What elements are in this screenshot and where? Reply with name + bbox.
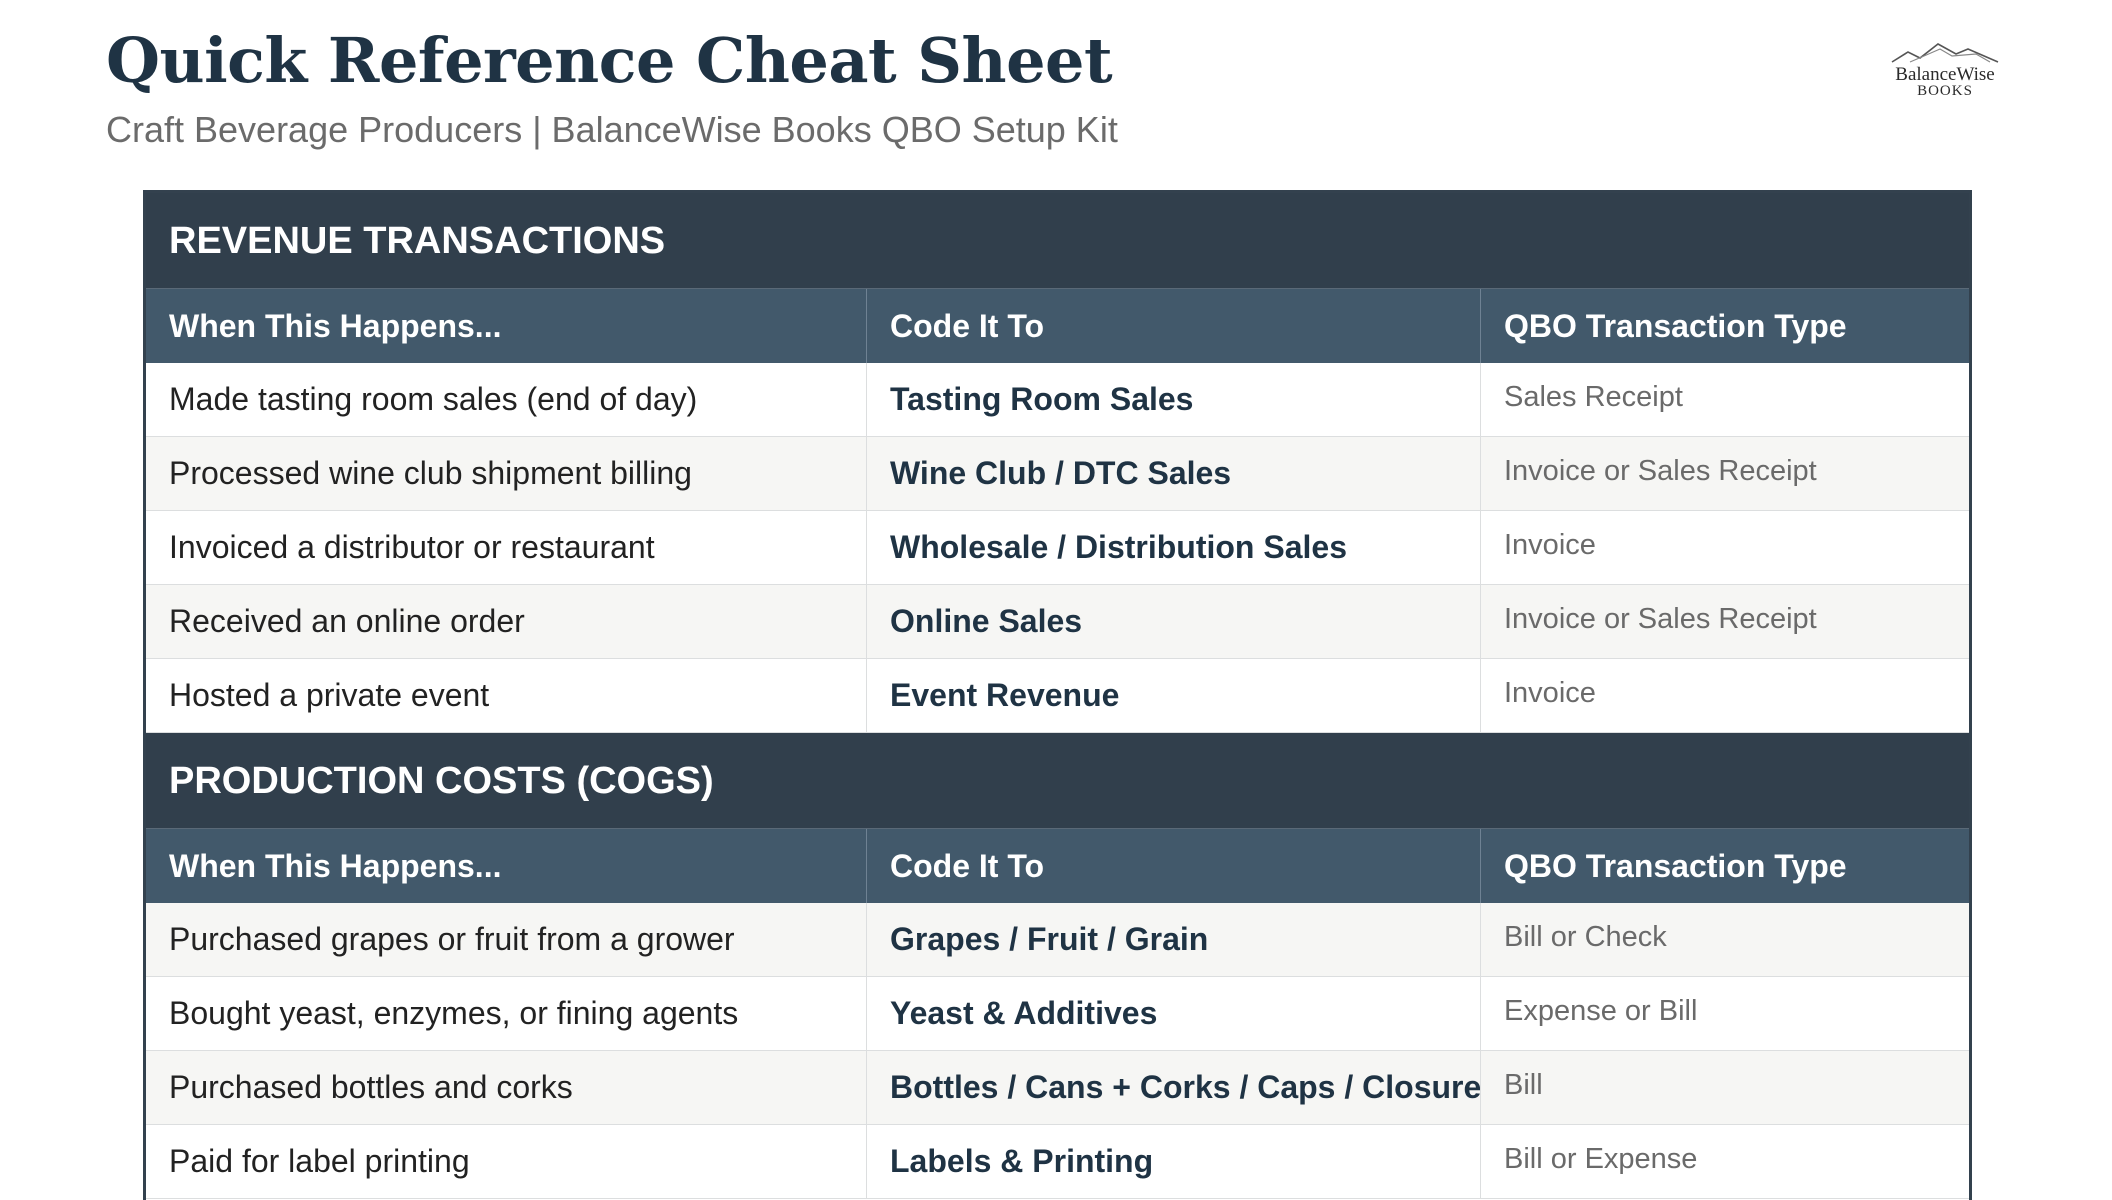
event-cell: Purchased grapes or fruit from a grower — [146, 903, 867, 976]
column-header-when: When This Happens... — [146, 829, 867, 903]
transaction-type-cell: Expense or Bill — [1504, 995, 1698, 1027]
page-title: Quick Reference Cheat Sheet — [106, 24, 1113, 97]
table-row: Made tasting room sales (end of day) Tas… — [146, 363, 1969, 437]
event-cell: Bought yeast, enzymes, or fining agents — [146, 977, 867, 1050]
section-revenue: REVENUE TRANSACTIONS When This Happens..… — [146, 193, 1969, 733]
section-production-costs: PRODUCTION COSTS (COGS) When This Happen… — [146, 733, 1969, 1199]
logo-tagline: BOOKS — [1917, 83, 1973, 99]
table-row: Purchased grapes or fruit from a grower … — [146, 903, 1969, 977]
account-cell: Tasting Room Sales — [867, 363, 1481, 436]
account-cell: Event Revenue — [867, 659, 1481, 732]
event-cell: Purchased bottles and corks — [146, 1051, 867, 1124]
account-cell: Yeast & Additives — [867, 977, 1481, 1050]
transaction-type-cell: Bill or Check — [1504, 921, 1667, 953]
account-cell: Grapes / Fruit / Grain — [867, 903, 1481, 976]
transaction-type-cell: Invoice or Sales Receipt — [1504, 455, 1817, 487]
event-cell: Hosted a private event — [146, 659, 867, 732]
table-row: Paid for label printing Labels & Printin… — [146, 1125, 1969, 1199]
account-cell: Wine Club / DTC Sales — [867, 437, 1481, 510]
column-header-row: When This Happens... Code It To QBO Tran… — [146, 289, 1969, 363]
account-cell: Labels & Printing — [867, 1125, 1481, 1198]
account-cell: Wholesale / Distribution Sales — [867, 511, 1481, 584]
column-header-code: Code It To — [867, 829, 1481, 903]
column-header-code: Code It To — [867, 289, 1481, 363]
table-row: Processed wine club shipment billing Win… — [146, 437, 1969, 511]
transaction-type-cell: Invoice or Sales Receipt — [1504, 603, 1817, 635]
account-cell: Bottles / Cans + Corks / Caps / Closures — [867, 1051, 1481, 1124]
section-header: PRODUCTION COSTS (COGS) — [146, 733, 1969, 829]
table-row: Received an online order Online Sales In… — [146, 585, 1969, 659]
transaction-type-cell: Bill or Expense — [1504, 1143, 1698, 1175]
balancewise-logo: BalanceWise BOOKS — [1880, 40, 2010, 106]
event-cell: Processed wine club shipment billing — [146, 437, 867, 510]
event-cell: Received an online order — [146, 585, 867, 658]
table-row: Bought yeast, enzymes, or fining agents … — [146, 977, 1969, 1051]
account-cell: Online Sales — [867, 585, 1481, 658]
cheat-sheet-table: REVENUE TRANSACTIONS When This Happens..… — [143, 190, 1972, 1200]
column-header-row: When This Happens... Code It To QBO Tran… — [146, 829, 1969, 903]
column-header-when: When This Happens... — [146, 289, 867, 363]
transaction-type-cell: Invoice — [1504, 677, 1596, 709]
column-header-type: QBO Transaction Type — [1504, 848, 1847, 884]
table-row: Invoiced a distributor or restaurant Who… — [146, 511, 1969, 585]
event-cell: Invoiced a distributor or restaurant — [146, 511, 867, 584]
table-row: Hosted a private event Event Revenue Inv… — [146, 659, 1969, 733]
section-header: REVENUE TRANSACTIONS — [146, 193, 1969, 289]
transaction-type-cell: Invoice — [1504, 529, 1596, 561]
transaction-type-cell: Bill — [1504, 1069, 1543, 1101]
event-cell: Made tasting room sales (end of day) — [146, 363, 867, 436]
page-subtitle: Craft Beverage Producers | BalanceWise B… — [106, 109, 1118, 150]
column-header-type: QBO Transaction Type — [1504, 308, 1847, 344]
table-row: Purchased bottles and corks Bottles / Ca… — [146, 1051, 1969, 1125]
event-cell: Paid for label printing — [146, 1125, 867, 1198]
transaction-type-cell: Sales Receipt — [1504, 381, 1683, 413]
